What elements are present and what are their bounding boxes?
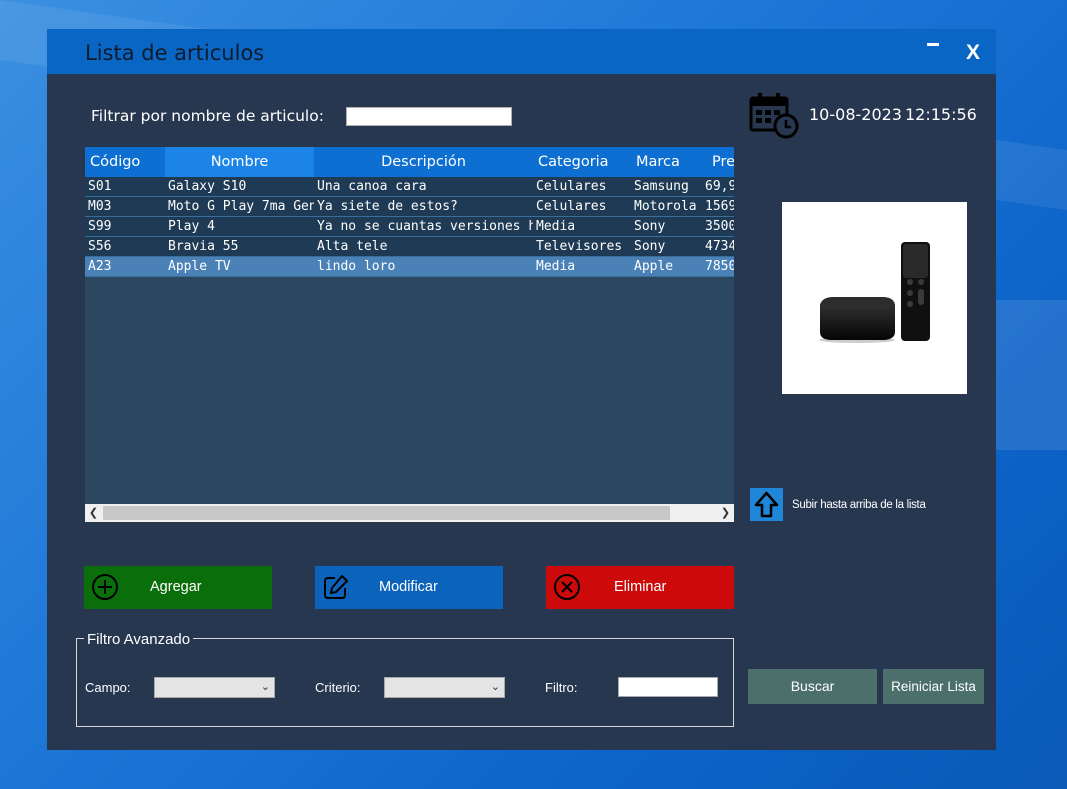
cell-descripcion: lindo loro xyxy=(317,259,396,274)
cell-categoria: Media xyxy=(536,259,576,274)
cell-categoria: Televisores xyxy=(536,239,623,254)
cell-descripcion: Alta tele xyxy=(317,239,388,254)
scroll-right-arrow-icon[interactable]: ❯ xyxy=(717,504,734,522)
cell-categoria: Celulares xyxy=(536,199,607,214)
edit-button[interactable]: Modificar xyxy=(315,566,503,609)
horizontal-scrollbar[interactable]: ❮ ❯ xyxy=(85,504,734,522)
scroll-to-top-label: Subir hasta arriba de la lista xyxy=(792,499,926,511)
cell-marca: Sony xyxy=(634,219,666,234)
edit-icon xyxy=(324,575,348,599)
column-header-nombre[interactable]: Nombre xyxy=(165,147,314,177)
minimize-button[interactable] xyxy=(927,43,939,46)
cell-descripcion: Ya siete de estos? xyxy=(317,199,458,214)
cell-descripcion: Ya no se cuantas versiones hay xyxy=(317,219,533,234)
column-header-codigo[interactable]: Código xyxy=(90,147,165,177)
advanced-filter-legend: Filtro Avanzado xyxy=(84,631,194,648)
delete-button-label: Eliminar xyxy=(614,579,667,595)
current-date: 10-08-2023 xyxy=(809,105,902,124)
plus-circle-icon xyxy=(92,574,118,600)
current-time: 12:15:56 xyxy=(905,105,977,124)
cell-descripcion: Una canoa cara xyxy=(317,179,427,194)
cell-precio: 7850 xyxy=(705,259,734,274)
column-header-descripcion[interactable]: Descripción xyxy=(314,147,533,177)
filtro-input[interactable] xyxy=(618,677,718,697)
app-window: Lista de articulos X Filtrar por nombre … xyxy=(47,29,996,750)
edit-button-label: Modificar xyxy=(379,579,438,595)
filter-label: Filtrar por nombre de articulo: xyxy=(91,107,324,125)
filtro-label: Filtro: xyxy=(545,680,578,695)
add-button[interactable]: Agregar xyxy=(84,566,272,609)
title-bar[interactable]: Lista de articulos X xyxy=(47,29,996,74)
reset-list-button[interactable]: Reiniciar Lista xyxy=(883,669,984,704)
cell-precio: 69,9 xyxy=(705,179,734,194)
cell-nombre: Apple TV xyxy=(168,259,231,274)
cell-nombre: Bravia 55 xyxy=(168,239,239,254)
campo-select[interactable]: ⌄ xyxy=(154,677,275,698)
column-header-marca[interactable]: Marca xyxy=(636,147,706,177)
chevron-down-icon: ⌄ xyxy=(490,681,500,693)
cell-marca: Sony xyxy=(634,239,666,254)
cell-precio: 1569 xyxy=(705,199,734,214)
criterio-select[interactable]: ⌄ xyxy=(384,677,505,698)
column-header-precio[interactable]: Pre xyxy=(712,147,734,177)
article-image xyxy=(782,202,967,394)
window-title: Lista de articulos xyxy=(85,41,265,65)
cell-marca: Apple xyxy=(634,259,674,274)
table-row[interactable]: S99 Play 4 Ya no se cuantas versiones ha… xyxy=(85,217,734,237)
cell-codigo: A23 xyxy=(88,259,112,274)
cell-categoria: Celulares xyxy=(536,179,607,194)
filter-name-input[interactable] xyxy=(346,107,512,126)
scrollbar-thumb[interactable] xyxy=(103,506,670,520)
search-button[interactable]: Buscar xyxy=(748,669,877,704)
scroll-to-top-button[interactable] xyxy=(750,488,783,521)
cell-codigo: M03 xyxy=(88,199,112,214)
cell-marca: Motorola xyxy=(634,199,697,214)
cell-categoria: Media xyxy=(536,219,576,234)
table-row[interactable]: M03 Moto G Play 7ma Gen Ya siete de esto… xyxy=(85,197,734,217)
cell-codigo: S99 xyxy=(88,219,112,234)
cell-precio: 3500 xyxy=(705,219,734,234)
campo-label: Campo: xyxy=(85,680,131,695)
cell-precio: 4734 xyxy=(705,239,734,254)
x-circle-icon xyxy=(554,574,580,600)
cell-nombre: Play 4 xyxy=(168,219,215,234)
cell-nombre: Moto G Play 7ma Gen xyxy=(168,199,314,214)
cell-marca: Samsung xyxy=(634,179,689,194)
calendar-clock-icon xyxy=(749,93,799,139)
chevron-down-icon: ⌄ xyxy=(260,681,270,693)
table-row[interactable]: S01 Galaxy S10 Una canoa cara Celulares … xyxy=(85,177,734,197)
arrow-up-icon xyxy=(754,491,779,518)
grid-header: Código Nombre Descripción Categoria Marc… xyxy=(85,147,734,177)
cell-codigo: S56 xyxy=(88,239,112,254)
table-row-selected[interactable]: A23 Apple TV lindo loro Media Apple 7850 xyxy=(85,257,734,277)
scroll-left-arrow-icon[interactable]: ❮ xyxy=(85,504,102,522)
articles-grid[interactable]: Código Nombre Descripción Categoria Marc… xyxy=(85,147,734,522)
cell-nombre: Galaxy S10 xyxy=(168,179,247,194)
delete-button[interactable]: Eliminar xyxy=(546,566,734,609)
column-header-categoria[interactable]: Categoria xyxy=(538,147,628,177)
desktop-light-ray xyxy=(996,300,1067,450)
close-button[interactable]: X xyxy=(966,41,980,65)
criterio-label: Criterio: xyxy=(315,680,361,695)
apple-tv-image xyxy=(819,242,930,343)
cell-codigo: S01 xyxy=(88,179,112,194)
add-button-label: Agregar xyxy=(150,579,202,595)
table-row[interactable]: S56 Bravia 55 Alta tele Televisores Sony… xyxy=(85,237,734,257)
